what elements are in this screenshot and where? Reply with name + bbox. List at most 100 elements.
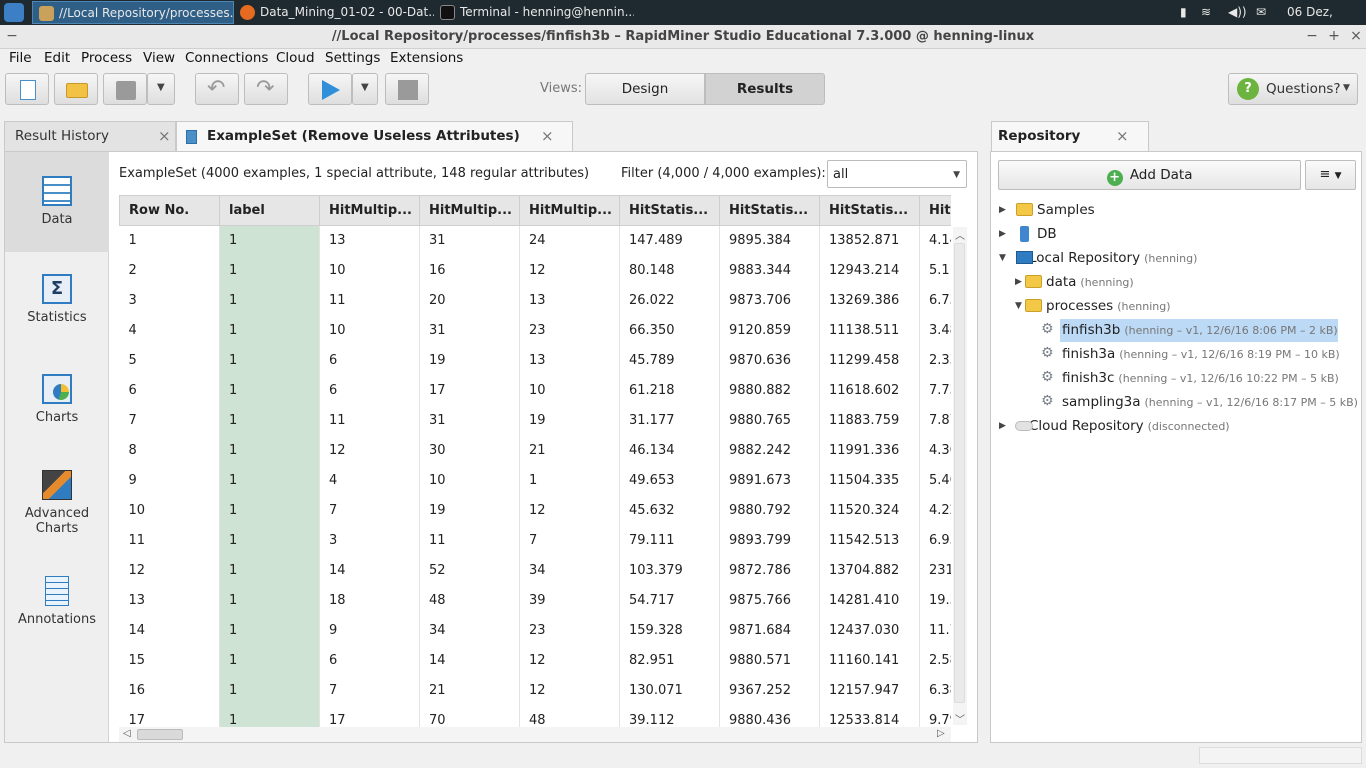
save-icon	[116, 81, 136, 100]
tree-item-db[interactable]: ▶ DB	[999, 223, 1057, 245]
column-header[interactable]: HitMultip...	[419, 195, 520, 226]
nav-annotations[interactable]: Annotations	[5, 576, 109, 636]
menu-process[interactable]: Process	[81, 50, 132, 66]
column-header[interactable]: HitStatis...	[819, 195, 920, 226]
expand-arrow-icon[interactable]: ▶	[999, 415, 1006, 437]
nav-advanced-charts[interactable]: Advanced Charts	[5, 470, 109, 540]
view-tab-design[interactable]: Design	[585, 73, 705, 105]
redo-button[interactable]: ↷	[244, 73, 288, 105]
column-header[interactable]: HitMultip...	[519, 195, 620, 226]
save-dropdown-button[interactable]: ▼	[147, 73, 175, 105]
new-process-button[interactable]	[5, 73, 49, 105]
close-icon[interactable]: ×	[541, 122, 554, 150]
nav-data[interactable]: Data	[5, 152, 109, 252]
run-button[interactable]	[308, 73, 352, 105]
table-row[interactable]: 516191345.7899870.63611299.4582.33	[119, 345, 951, 376]
scroll-down-icon[interactable]: ﹀	[955, 711, 965, 726]
volume-icon[interactable]: ◀))	[1228, 0, 1247, 25]
menu-connections[interactable]: Connections	[185, 50, 268, 66]
tree-item-cloud-repository[interactable]: ▶ Cloud Repository (disconnected)	[999, 415, 1230, 437]
horizontal-scrollbar[interactable]: ◁ ▷	[119, 727, 951, 742]
table-cell: 1	[519, 465, 620, 496]
table-row[interactable]: 91410149.6539891.67311504.3355.46	[119, 465, 951, 496]
scroll-thumb[interactable]	[137, 729, 183, 740]
column-header[interactable]: HitMultip...	[319, 195, 420, 226]
repository-menu-button[interactable]: ≡ ▼	[1305, 160, 1356, 190]
menu-file[interactable]: File	[9, 50, 32, 66]
scroll-right-icon[interactable]: ▷	[937, 728, 945, 739]
stop-button[interactable]	[385, 73, 429, 105]
tree-item-processes[interactable]: ▼ processes (henning)	[1015, 295, 1171, 317]
column-header[interactable]: HitS	[919, 195, 951, 226]
table-row[interactable]: 3111201326.0229873.70613269.3866.73	[119, 285, 951, 316]
scroll-thumb[interactable]	[954, 243, 965, 703]
table-row[interactable]: 11133124147.4899895.38413852.8714.14	[119, 225, 951, 256]
scroll-up-icon[interactable]: ︿	[955, 227, 965, 242]
battery-icon[interactable]: ▮	[1180, 0, 1187, 25]
save-process-button[interactable]	[103, 73, 147, 105]
vertical-scrollbar[interactable]: ︿ ﹀	[953, 227, 967, 726]
open-process-button[interactable]	[54, 73, 98, 105]
tab-result-history[interactable]: Result History ×	[4, 121, 176, 151]
taskbar-item-firefox[interactable]: Data_Mining_01-02 - 00-Dat...	[234, 1, 434, 24]
taskbar-item-rapidminer[interactable]: //Local Repository/processes...	[32, 1, 234, 24]
expand-arrow-icon[interactable]: ▶	[999, 223, 1006, 245]
table-row[interactable]: 13118483954.7179875.76614281.41019.3	[119, 585, 951, 616]
table-row[interactable]: 1516141282.9519880.57111160.1412.58	[119, 645, 951, 676]
tree-item-finfish3b[interactable]: ⚙ finfish3b (henning – v1, 12/6/16 8:06 P…	[1041, 319, 1338, 342]
table-row[interactable]: 616171061.2189880.88211618.6027.73	[119, 375, 951, 406]
menu-view[interactable]: View	[143, 50, 175, 66]
column-header[interactable]: Row No.	[119, 195, 220, 226]
taskbar-item-terminal[interactable]: Terminal - henning@hennin...	[434, 1, 634, 24]
tab-exampleset[interactable]: ExampleSet (Remove Useless Attributes) ×	[176, 121, 573, 151]
tree-item-sampling3a[interactable]: ⚙ sampling3a (henning – v1, 12/6/16 8:17 …	[1041, 391, 1358, 413]
view-tab-results[interactable]: Results	[705, 73, 825, 105]
start-menu-icon[interactable]	[4, 3, 24, 22]
table-row[interactable]: 14193423159.3289871.68412437.03011.7	[119, 615, 951, 646]
questions-button[interactable]: ? Questions? ▼	[1228, 73, 1358, 105]
expand-arrow-icon[interactable]: ▶	[999, 199, 1006, 221]
table-row[interactable]: 8112302146.1349882.24211991.3364.36	[119, 435, 951, 466]
minimize-icon[interactable]: −	[1304, 28, 1320, 44]
table-cell: 11.7	[919, 615, 951, 646]
add-data-button[interactable]: + Add Data	[998, 160, 1301, 190]
table-row[interactable]: 17117704839.1129880.43612533.8149.79	[119, 705, 951, 727]
clock[interactable]: 06 Dez, 22:24	[1287, 0, 1366, 44]
undo-button[interactable]: ↶	[195, 73, 239, 105]
close-icon[interactable]: ×	[158, 122, 171, 150]
filter-select[interactable]: all ▼	[827, 160, 967, 188]
menu-edit[interactable]: Edit	[44, 50, 70, 66]
nav-statistics[interactable]: Σ Statistics	[5, 274, 109, 334]
column-header[interactable]: HitStatis...	[719, 195, 820, 226]
table-row[interactable]: 16172112130.0719367.25212157.9476.38	[119, 675, 951, 706]
maximize-icon[interactable]: +	[1326, 28, 1342, 44]
tree-item-local-repository[interactable]: ▼ Local Repository (henning)	[999, 247, 1197, 269]
tree-item-samples[interactable]: ▶ Samples	[999, 199, 1095, 221]
column-header[interactable]: label	[219, 195, 320, 226]
nav-charts[interactable]: Charts	[5, 374, 109, 434]
table-row[interactable]: 111311779.1119893.79911542.5136.93	[119, 525, 951, 556]
collapse-arrow-icon[interactable]: ▼	[999, 247, 1006, 269]
menu-cloud[interactable]: Cloud	[276, 50, 315, 66]
tab-repository[interactable]: Repository ×	[991, 121, 1149, 151]
scroll-left-icon[interactable]: ◁	[123, 728, 131, 739]
tree-item-data[interactable]: ▶ data (henning)	[1015, 271, 1134, 293]
table-row[interactable]: 7111311931.1779880.76511883.7597.87	[119, 405, 951, 436]
tree-item-finish3a[interactable]: ⚙ finish3a (henning – v1, 12/6/16 8:19 PM…	[1041, 343, 1340, 365]
close-icon[interactable]: ×	[1116, 122, 1129, 150]
wifi-icon[interactable]: ≋	[1201, 0, 1211, 25]
expand-arrow-icon[interactable]: ▶	[1015, 271, 1022, 293]
menu-settings[interactable]: Settings	[325, 50, 380, 66]
table-cell: 13	[119, 585, 220, 616]
close-window-icon[interactable]: ×	[1348, 28, 1364, 44]
collapse-arrow-icon[interactable]: ▼	[1015, 295, 1022, 317]
table-row[interactable]: 4110312366.3509120.85911138.5113.48	[119, 315, 951, 346]
tree-item-finish3c[interactable]: ⚙ finish3c (henning – v1, 12/6/16 10:22 P…	[1041, 367, 1339, 389]
menu-extensions[interactable]: Extensions	[390, 50, 463, 66]
run-dropdown-button[interactable]: ▼	[352, 73, 378, 105]
table-row[interactable]: 2110161280.1489883.34412943.2145.11	[119, 255, 951, 286]
column-header[interactable]: HitStatis...	[619, 195, 720, 226]
mail-icon[interactable]: ✉	[1256, 0, 1266, 25]
table-row[interactable]: 121145234103.3799872.78613704.882231	[119, 555, 951, 586]
table-row[interactable]: 1017191245.6329880.79211520.3244.22	[119, 495, 951, 526]
